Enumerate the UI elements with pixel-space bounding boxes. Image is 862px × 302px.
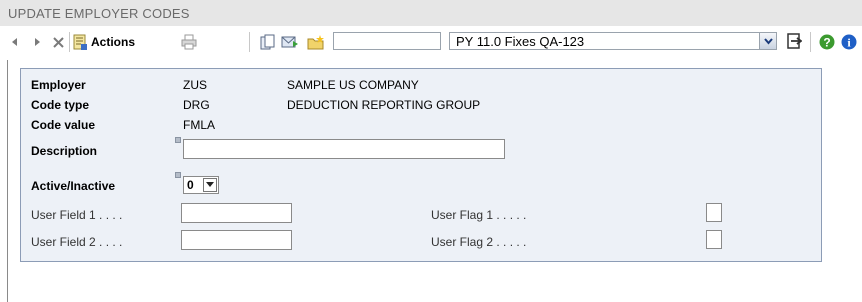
- close-icon[interactable]: [50, 33, 66, 51]
- page-title: UPDATE EMPLOYER CODES: [8, 6, 190, 21]
- toolbar: Actions PY 11.0 Fixes QA-123 ? i: [0, 26, 862, 59]
- version-select[interactable]: PY 11.0 Fixes QA-123: [449, 32, 777, 50]
- description-input[interactable]: [183, 139, 505, 159]
- description-label: Description: [31, 144, 98, 158]
- back-arrow-icon[interactable]: [8, 34, 22, 50]
- active-inactive-select[interactable]: 0: [183, 176, 219, 194]
- logout-icon[interactable]: [785, 31, 803, 51]
- info-icon[interactable]: i: [840, 32, 858, 52]
- user-flag-1-label: User Flag 1 . . . . .: [431, 208, 527, 222]
- employer-label: Employer: [31, 78, 86, 92]
- active-inactive-label: Active/Inactive: [31, 179, 116, 193]
- code-type-code: DRG: [183, 98, 210, 112]
- user-field-1-input[interactable]: [181, 203, 292, 223]
- actions-icon: [72, 34, 88, 50]
- code-value: FMLA: [183, 118, 216, 132]
- user-field-1-label: User Field 1 . . . .: [31, 208, 123, 222]
- left-divider: [7, 60, 8, 302]
- title-bar: UPDATE EMPLOYER CODES: [0, 0, 862, 26]
- chevron-down-icon[interactable]: [759, 33, 776, 49]
- print-icon[interactable]: [179, 32, 199, 52]
- version-select-value: PY 11.0 Fixes QA-123: [456, 34, 585, 49]
- forward-arrow-icon[interactable]: [30, 34, 44, 50]
- employer-code-form: Employer ZUS SAMPLE US COMPANY Code type…: [20, 68, 822, 262]
- user-field-2-input[interactable]: [181, 230, 292, 250]
- code-type-name: DEDUCTION REPORTING GROUP: [287, 98, 481, 112]
- code-value-label: Code value: [31, 118, 96, 132]
- chevron-down-icon[interactable]: [203, 178, 217, 192]
- employer-name: SAMPLE US COMPANY: [287, 78, 419, 92]
- user-flag-2-label: User Flag 2 . . . . .: [431, 235, 527, 249]
- required-marker: [175, 172, 181, 178]
- new-folder-icon[interactable]: [306, 32, 326, 52]
- user-field-2-label: User Field 2 . . . .: [31, 235, 123, 249]
- employer-code: ZUS: [183, 78, 207, 92]
- user-flag-2-checkbox[interactable]: [706, 230, 722, 249]
- toolbar-search-input[interactable]: [333, 32, 441, 50]
- email-icon[interactable]: [280, 32, 300, 52]
- required-marker: [175, 137, 181, 143]
- actions-label: Actions: [91, 35, 136, 49]
- help-icon[interactable]: ?: [818, 32, 836, 52]
- copy-icon[interactable]: [259, 32, 277, 52]
- svg-text:?: ?: [823, 36, 830, 50]
- user-flag-1-checkbox[interactable]: [706, 203, 722, 222]
- actions-button[interactable]: Actions: [72, 32, 172, 52]
- active-inactive-value: 0: [187, 178, 194, 192]
- code-type-label: Code type: [31, 98, 90, 112]
